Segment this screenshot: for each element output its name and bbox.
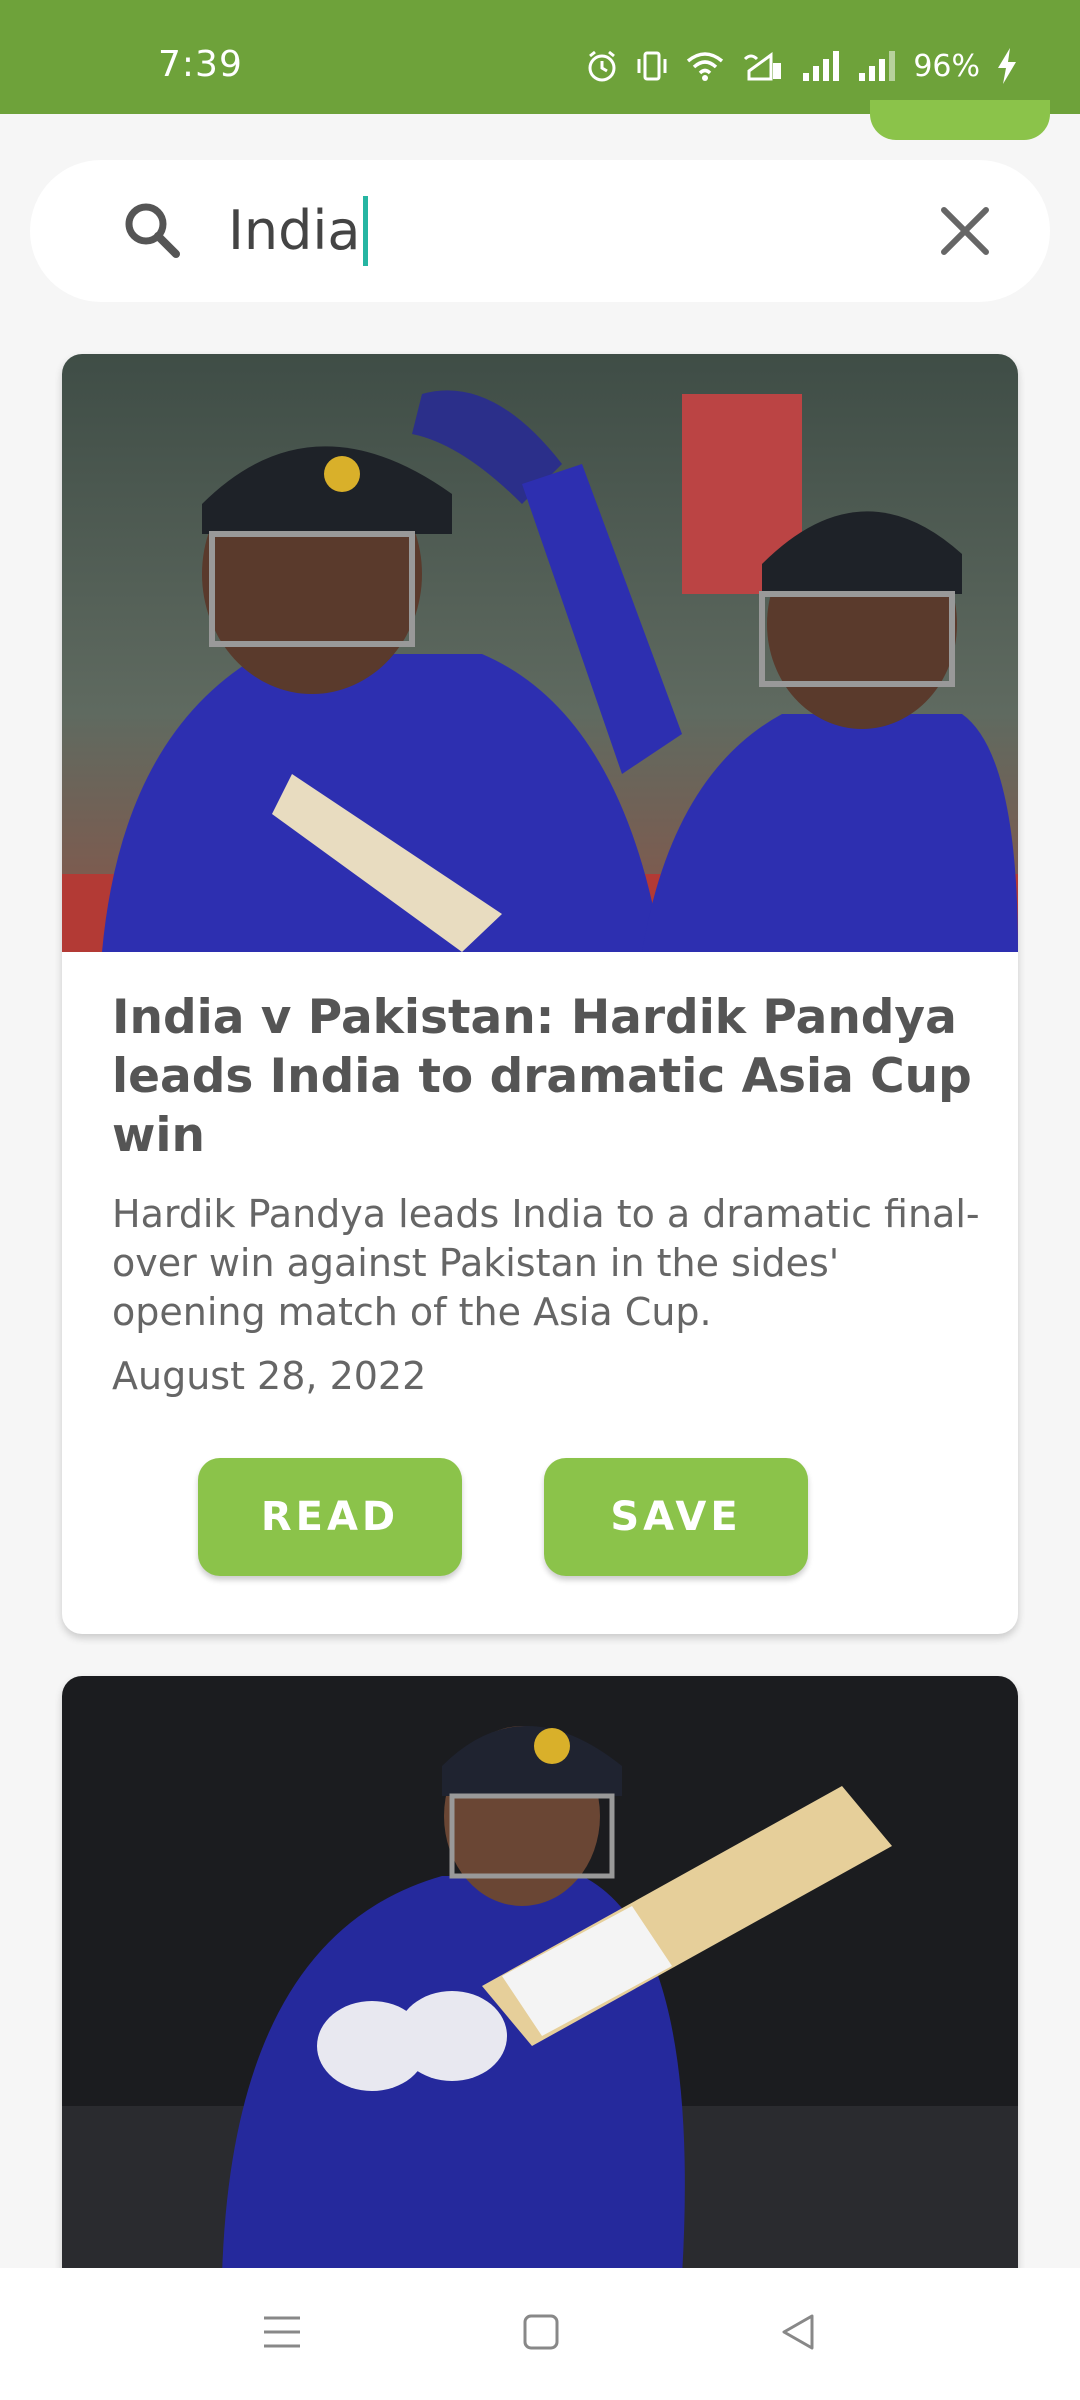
battery-percentage: 96%	[913, 48, 980, 84]
back-icon[interactable]	[778, 2312, 818, 2352]
article-card[interactable]: India v Pakistan: Hardik Pandya leads In…	[62, 354, 1018, 1634]
wifi-icon	[687, 52, 724, 81]
search-query: India	[228, 199, 361, 262]
read-button[interactable]: READ	[198, 1458, 462, 1576]
signal-icon	[803, 51, 840, 81]
search-icon[interactable]	[122, 200, 182, 260]
article-image[interactable]	[62, 1676, 1018, 2276]
alarm-icon	[588, 50, 616, 82]
floating-action-peek[interactable]	[870, 100, 1050, 140]
charging-icon	[998, 48, 1016, 84]
article-title[interactable]: India v Pakistan: Hardik Pandya leads In…	[112, 988, 972, 1165]
article-description: Hardik Pandya leads India to a dramatic …	[112, 1192, 980, 1334]
close-icon[interactable]	[938, 204, 992, 258]
text-caret	[362, 196, 368, 266]
status-bar: 7:39 96%	[0, 0, 1080, 114]
status-time: 7:39	[158, 44, 243, 85]
article-date: August 28, 2022	[112, 1354, 427, 1398]
volte-signal-icon	[744, 52, 782, 81]
signal-icon-2	[859, 51, 896, 81]
article-image[interactable]	[62, 354, 1018, 952]
status-icons: 96%	[585, 44, 1018, 88]
vibrate-icon	[637, 51, 667, 81]
article-card[interactable]	[62, 1676, 1018, 2276]
search-input[interactable]: India	[228, 196, 368, 266]
save-button[interactable]: SAVE	[544, 1458, 808, 1576]
navigation-bar	[0, 2268, 1080, 2400]
search-bar[interactable]: India	[30, 160, 1050, 302]
menu-icon[interactable]	[262, 2312, 302, 2352]
home-icon[interactable]	[522, 2312, 560, 2352]
